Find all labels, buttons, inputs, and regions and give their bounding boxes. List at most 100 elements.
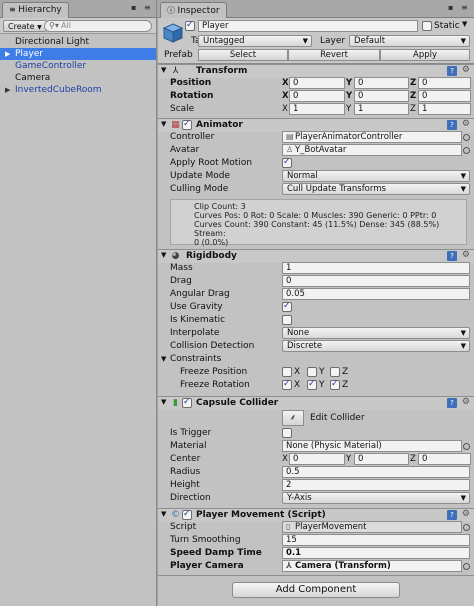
is-trigger-row: Is Trigger [158,427,474,440]
help-icon[interactable]: ? [447,120,457,130]
object-name-field[interactable]: Player [198,20,418,32]
create-button[interactable]: Create ▼ [3,20,47,32]
position-y-field[interactable]: 0 [354,77,409,89]
material-field[interactable]: None (Physic Material) [282,440,462,452]
center-x-field[interactable]: 0 [289,453,345,465]
hierarchy-item-player[interactable]: ▶ Player [0,48,156,60]
hierarchy-item-camera[interactable]: Camera [0,72,156,84]
constraints-row[interactable]: ▼ Constraints [158,353,474,366]
rotation-y-field[interactable]: 0 [354,90,409,102]
gear-icon[interactable]: ⚙ [462,119,470,129]
position-z-field[interactable]: 0 [418,77,471,89]
angular-drag-row: Angular Drag 0.05 [158,288,474,301]
direction-dropdown[interactable]: Y-Axis ▼ [282,492,470,504]
rotation-z-field[interactable]: 0 [418,90,471,102]
tag-dropdown[interactable]: Untagged ▼ [198,35,312,47]
use-gravity-checkbox[interactable] [282,301,292,312]
height-field[interactable]: 2 [282,479,470,491]
update-mode-dropdown[interactable]: Normal ▼ [282,170,470,182]
controller-field[interactable]: ▤PlayerAnimatorController [282,131,462,143]
fold-arrow-icon[interactable]: ▼ [161,66,166,74]
expand-arrow-icon[interactable]: ▶ [5,48,10,60]
prefab-revert-button[interactable]: Revert [288,49,380,61]
freeze-rotation-x-checkbox[interactable] [282,379,292,390]
player-camera-field[interactable]: ⅄ Camera (Transform) [282,560,462,572]
expand-arrow-icon[interactable]: ▶ [5,84,10,96]
help-icon[interactable]: ? [447,66,457,76]
fold-arrow-icon[interactable]: ▼ [161,251,166,259]
avatar-field[interactable]: ♙ Y_BotAvatar [282,144,462,156]
animator-enabled-checkbox[interactable] [182,119,192,130]
is-trigger-checkbox[interactable] [282,428,292,438]
hierarchy-tabbar: ≡ Hierarchy ▪ ≡ [0,0,156,18]
help-icon[interactable]: ? [447,398,457,408]
mass-field[interactable]: 1 [282,262,470,274]
scale-row: Scale X 1 Y 1 Z 1 [158,103,474,116]
object-picker-icon[interactable] [463,134,470,141]
root-motion-checkbox[interactable] [282,157,292,168]
capsule-collider-enabled-checkbox[interactable] [182,397,192,408]
freeze-position-x-checkbox[interactable] [282,367,292,377]
player-movement-enabled-checkbox[interactable] [182,509,192,520]
add-component-button[interactable]: Add Component [232,582,400,598]
layer-dropdown[interactable]: Default ▼ [349,35,470,47]
x-axis-label: X [282,104,288,114]
object-picker-icon[interactable] [463,147,470,154]
freeze-rotation-z-checkbox[interactable] [330,379,340,390]
root-motion-label: Apply Root Motion [170,158,253,168]
collision-detection-dropdown[interactable]: Discrete ▼ [282,340,470,352]
freeze-position-z-checkbox[interactable] [330,367,340,377]
gear-icon[interactable]: ⚙ [462,250,470,260]
help-icon[interactable]: ? [447,251,457,261]
rotation-x-field[interactable]: 0 [289,90,345,102]
chevron-down-icon[interactable]: ▼ [462,20,467,28]
turn-smoothing-field[interactable]: 15 [282,534,470,546]
inspector-tab[interactable]: ⓘ Inspector [160,2,227,18]
hierarchy-item-invertedcuberoom[interactable]: ▶ InvertedCubeRoom [0,84,156,96]
prefab-apply-button[interactable]: Apply [380,49,470,61]
radius-field[interactable]: 0.5 [282,466,470,478]
interpolate-label: Interpolate [170,328,220,338]
panel-menu-icon[interactable]: ≡ [461,3,468,12]
freeze-position-y-checkbox[interactable] [307,367,317,377]
static-checkbox[interactable] [422,21,432,31]
hierarchy-item-directional-light[interactable]: Directional Light [0,36,156,48]
center-z-field[interactable]: 0 [418,453,471,465]
fold-arrow-icon[interactable]: ▼ [161,510,166,518]
panel-menu-icon[interactable]: ≡ [144,3,151,12]
script-field[interactable]: ▯ PlayerMovement [282,521,462,533]
object-picker-icon[interactable] [463,563,470,570]
scale-x-field[interactable]: 1 [289,103,345,115]
edit-collider-button[interactable]: ⸙ [282,410,304,426]
layer-value: Default [354,36,386,46]
speed-damp-time-field[interactable]: 0.1 [282,547,470,559]
gear-icon[interactable]: ⚙ [462,65,470,75]
prefab-select-button[interactable]: Select [198,49,288,61]
fold-arrow-icon[interactable]: ▼ [161,120,166,128]
drag-field[interactable]: 0 [282,275,470,287]
controller-label: Controller [170,132,215,142]
fold-arrow-icon[interactable]: ▼ [161,355,166,363]
culling-mode-dropdown[interactable]: Cull Update Transforms ▼ [282,183,470,195]
interpolate-dropdown[interactable]: None ▼ [282,327,470,339]
is-kinematic-checkbox[interactable] [282,315,292,325]
scale-z-field[interactable]: 1 [418,103,471,115]
hierarchy-item-gamecontroller[interactable]: GameController [0,60,156,72]
active-checkbox[interactable] [185,20,195,31]
scale-y-field[interactable]: 1 [354,103,409,115]
help-icon[interactable]: ? [447,510,457,520]
lock-icon[interactable]: ▪ [131,3,136,12]
object-picker-icon[interactable] [463,443,470,450]
gear-icon[interactable]: ⚙ [462,397,470,407]
center-y-field[interactable]: 0 [354,453,409,465]
lock-icon[interactable]: ▪ [448,3,453,12]
angular-drag-field[interactable]: 0.05 [282,288,470,300]
hierarchy-tab[interactable]: ≡ Hierarchy [2,2,69,18]
position-x-field[interactable]: 0 [289,77,345,89]
freeze-rotation-y-checkbox[interactable] [307,379,317,390]
info-line: Curves Count: 390 Constant: 45 (11.5%) D… [194,220,440,238]
gear-icon[interactable]: ⚙ [462,509,470,519]
hierarchy-search-input[interactable]: ⚲▾ All [44,20,152,32]
object-picker-icon[interactable] [463,524,470,531]
fold-arrow-icon[interactable]: ▼ [161,398,166,406]
